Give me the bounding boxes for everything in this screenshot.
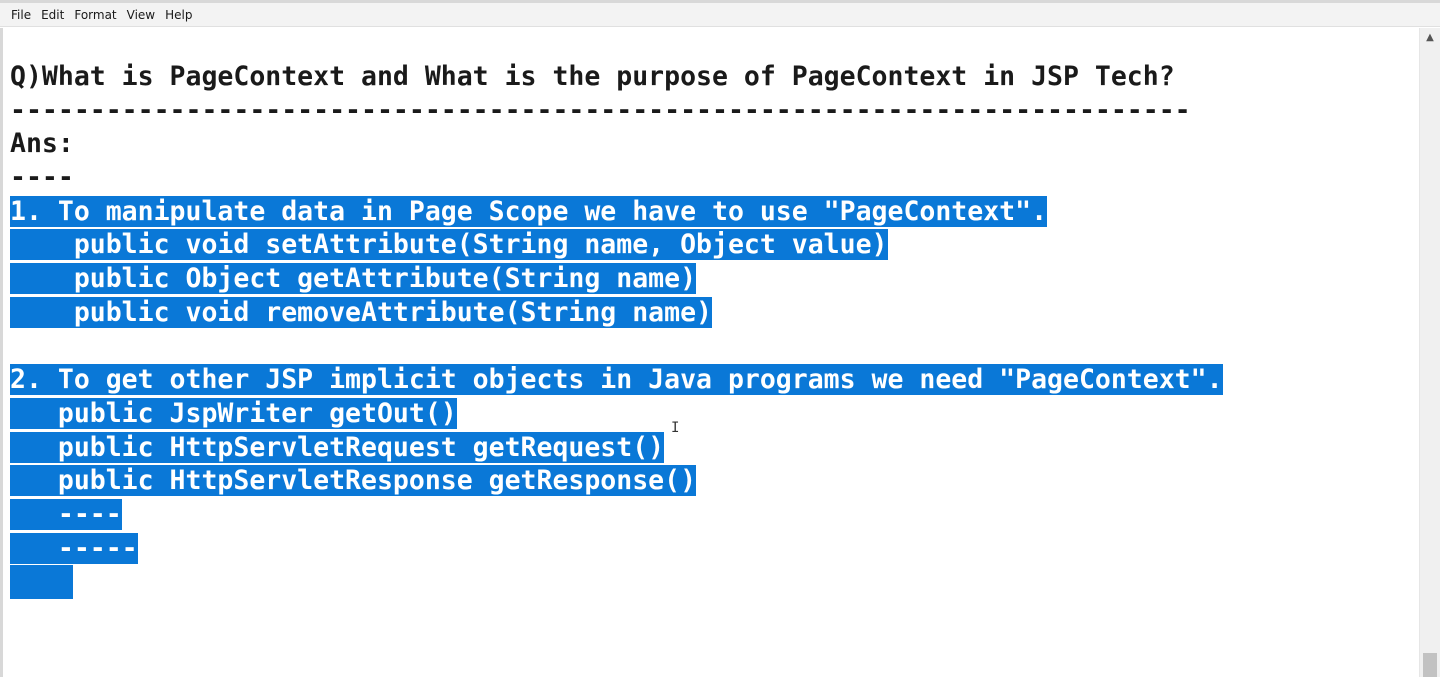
editor-line-text: public void setAttribute(String name, Ob… xyxy=(10,229,888,261)
scrollbar-thumb[interactable] xyxy=(1423,653,1437,677)
editor-line-text: ---- xyxy=(10,162,74,194)
menu-edit[interactable]: Edit xyxy=(36,3,69,27)
editor-line[interactable]: Q)What is PageContext and What is the pu… xyxy=(10,60,1223,94)
editor-line[interactable]: ---- xyxy=(10,498,1223,532)
editor-line-text: public void removeAttribute(String name) xyxy=(10,296,712,328)
editor-line[interactable]: ----- xyxy=(10,532,1223,566)
editor-line-text: public Object getAttribute(String name) xyxy=(10,263,697,295)
editor-line[interactable]: ----------------------------------------… xyxy=(10,94,1223,128)
menu-view[interactable]: View xyxy=(122,3,160,27)
editor-line[interactable]: public void setAttribute(String name, Ob… xyxy=(10,228,1223,262)
editor-line[interactable]: public HttpServletRequest getRequest() xyxy=(10,431,1223,465)
menu-help[interactable]: Help xyxy=(160,3,197,27)
menu-file[interactable]: File xyxy=(6,3,36,27)
editor-line-text: Q)What is PageContext and What is the pu… xyxy=(10,61,1175,92)
editor-line[interactable]: public HttpServletResponse getResponse() xyxy=(10,464,1223,498)
editor-line-text: public JspWriter getOut() xyxy=(10,397,457,429)
editor-line-text: Ans: xyxy=(10,128,74,160)
editor-line-text: ----------------------------------------… xyxy=(10,94,1191,126)
vertical-scrollbar[interactable]: ▲ xyxy=(1419,28,1440,677)
editor-line[interactable]: Ans: xyxy=(10,127,1223,161)
editor-line-text: 2. To get other JSP implicit objects in … xyxy=(10,364,1223,396)
editor-line[interactable]: 2. To get other JSP implicit objects in … xyxy=(10,363,1223,397)
scroll-up-arrow-icon[interactable]: ▲ xyxy=(1420,30,1440,46)
editor-line[interactable] xyxy=(10,330,1223,364)
editor-line-text: ----- xyxy=(10,532,138,564)
notepad-window: File Edit Format View Help Q)What is Pag… xyxy=(0,0,1440,677)
editor-line[interactable]: public Object getAttribute(String name) xyxy=(10,262,1223,296)
editor-line[interactable]: ---- xyxy=(10,161,1223,195)
editor-line-text: public HttpServletRequest getRequest() xyxy=(10,431,665,463)
editor-line-text: ---- xyxy=(10,498,122,530)
editor-line[interactable]: 1. To manipulate data in Page Scope we h… xyxy=(10,195,1223,229)
editor-line[interactable]: public void removeAttribute(String name) xyxy=(10,296,1223,330)
text-editor-area[interactable]: Q)What is PageContext and What is the pu… xyxy=(0,28,1419,677)
menu-bar: File Edit Format View Help xyxy=(0,3,1440,27)
editor-line-text: public HttpServletResponse getResponse() xyxy=(10,465,697,497)
editor-text-lines[interactable]: Q)What is PageContext and What is the pu… xyxy=(10,60,1223,599)
editor-line[interactable] xyxy=(10,565,1223,599)
selection-end-block xyxy=(10,565,73,599)
menu-format[interactable]: Format xyxy=(69,3,121,27)
i-beam-cursor-icon: I xyxy=(671,420,680,436)
editor-line[interactable]: public JspWriter getOut() xyxy=(10,397,1223,431)
editor-line-text: 1. To manipulate data in Page Scope we h… xyxy=(10,195,1048,227)
